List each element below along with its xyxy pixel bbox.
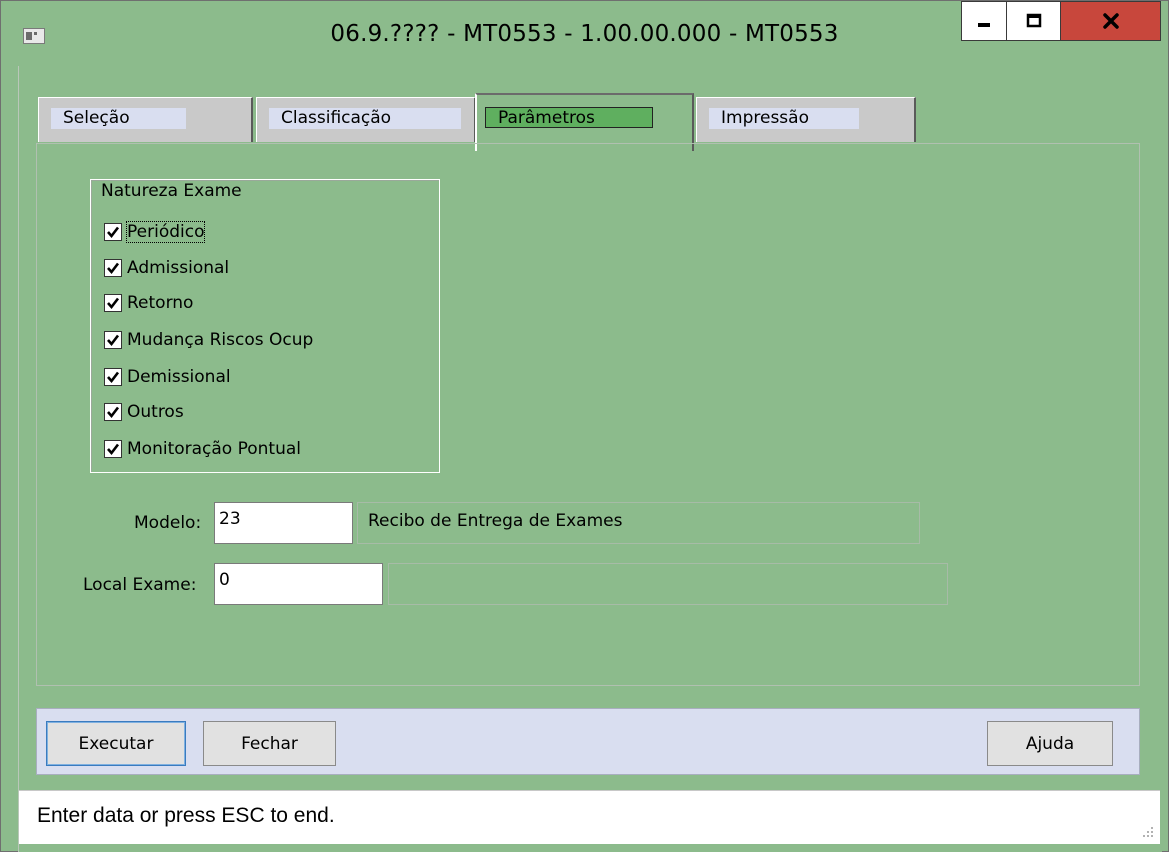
tab-label: Parâmetros (485, 107, 653, 128)
checkbox-mudanca-riscos-ocup[interactable]: Mudança Riscos Ocup (104, 329, 313, 351)
local-exame-label: Local Exame: (83, 575, 197, 595)
checkbox-periodico[interactable]: Periódico (104, 221, 206, 243)
checkbox-box[interactable] (104, 403, 122, 421)
checkbox-label: Demissional (127, 367, 231, 387)
checkbox-box[interactable] (104, 331, 122, 349)
local-exame-input[interactable]: 0 (214, 563, 383, 605)
checkbox-label: Monitoração Pontual (127, 439, 302, 459)
checkbox-label: Retorno (127, 293, 194, 313)
checkbox-admissional[interactable]: Admissional (104, 257, 229, 279)
checkmark-icon (107, 371, 120, 384)
executar-button[interactable]: Executar (46, 721, 186, 766)
status-text: Enter data or press ESC to end. (37, 804, 335, 827)
tab-label: Impressão (709, 108, 859, 129)
title-bar[interactable]: 06.9.???? - MT0553 - 1.00.00.000 - MT055… (1, 1, 1168, 66)
checkbox-box[interactable] (104, 259, 122, 277)
checkbox-label: Outros (127, 402, 184, 422)
checkbox-demissional[interactable]: Demissional (104, 366, 231, 388)
modelo-description: Recibo de Entrega de Exames (357, 502, 920, 544)
ajuda-button[interactable]: Ajuda (987, 721, 1113, 766)
checkmark-icon (107, 226, 120, 239)
maximize-button[interactable] (1006, 1, 1061, 41)
checkbox-box[interactable] (104, 294, 122, 312)
checkbox-box[interactable] (104, 223, 122, 241)
status-bar: Enter data or press ESC to end. (19, 790, 1160, 844)
tab-selecao[interactable]: Seleção (38, 97, 253, 142)
tab-classificacao[interactable]: Classificação (256, 97, 476, 142)
checkbox-label: Periódico (125, 221, 206, 243)
checkmark-icon (107, 406, 120, 419)
checkbox-label: Admissional (127, 258, 230, 278)
tab-label: Classificação (269, 108, 461, 129)
maximize-icon (1026, 13, 1041, 28)
checkbox-monitoracao-pontual[interactable]: Monitoração Pontual (104, 438, 301, 460)
checkmark-icon (107, 334, 120, 347)
checkbox-retorno[interactable]: Retorno (104, 292, 193, 314)
checkbox-box[interactable] (104, 440, 122, 458)
close-icon (1102, 13, 1119, 29)
checkbox-box[interactable] (104, 368, 122, 386)
checkmark-icon (107, 262, 120, 275)
checkbox-label: Mudança Riscos Ocup (127, 330, 314, 350)
minimize-button[interactable] (961, 1, 1006, 41)
natureza-exame-legend: Natureza Exame (97, 181, 246, 201)
checkbox-outros[interactable]: Outros (104, 401, 184, 423)
checkmark-icon (107, 443, 120, 456)
tab-label: Seleção (51, 108, 186, 129)
resize-grip-icon[interactable] (1142, 826, 1154, 838)
fechar-button[interactable]: Fechar (203, 721, 336, 766)
application-window: 06.9.???? - MT0553 - 1.00.00.000 - MT055… (0, 0, 1169, 852)
checkmark-icon (107, 297, 120, 310)
local-exame-description (388, 563, 948, 605)
button-bar (36, 708, 1140, 775)
modelo-label: Modelo: (134, 513, 202, 533)
tab-impressao[interactable]: Impressão (696, 97, 916, 142)
minimize-icon (978, 23, 990, 27)
modelo-input[interactable]: 23 (214, 502, 353, 544)
close-button[interactable] (1061, 1, 1161, 41)
